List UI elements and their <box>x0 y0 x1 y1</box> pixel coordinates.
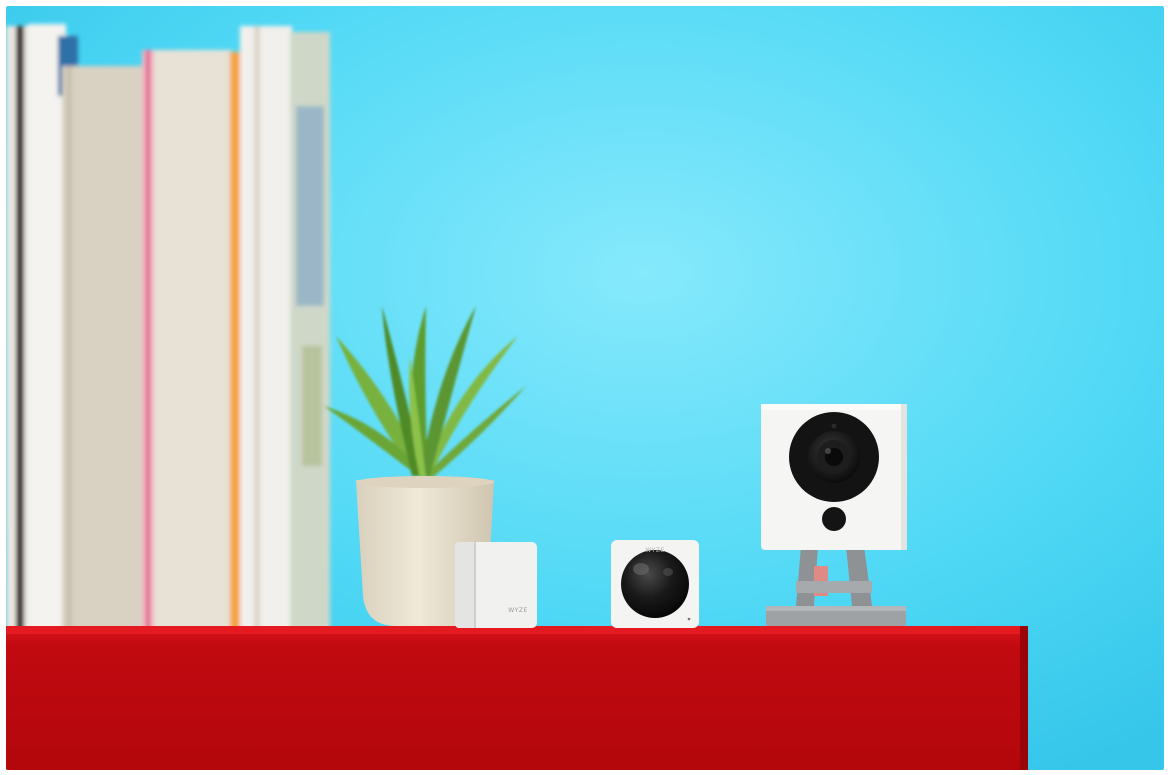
red-shelf <box>6 626 1028 770</box>
product-photo: WYZE WYZE <box>6 6 1164 770</box>
motion-sensor: WYZE <box>611 540 699 628</box>
motion-sensor-brand: WYZE <box>645 547 665 554</box>
book-stack <box>6 24 330 632</box>
contact-sensor: WYZE <box>455 542 537 628</box>
contact-sensor-brand: WYZE <box>508 607 528 614</box>
security-camera <box>761 404 907 550</box>
